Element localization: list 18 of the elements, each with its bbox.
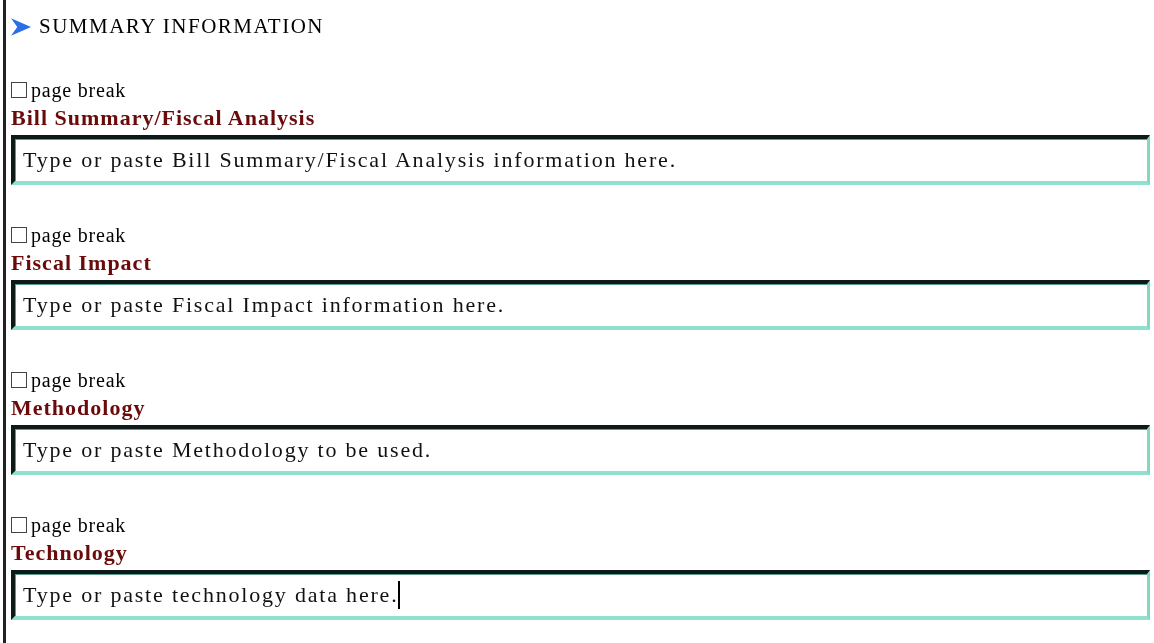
arrow-icon (11, 17, 31, 36)
field-heading: Technology (11, 539, 129, 567)
input-field[interactable]: Type or paste Bill Summary/Fiscal Analysis information here. (11, 135, 1150, 185)
section-title: SUMMARY INFORMATION (39, 14, 324, 39)
checkbox-label: page break (31, 368, 127, 392)
field-heading: Methodology (11, 394, 147, 422)
checkbox[interactable] (11, 82, 27, 98)
checkbox-label: page break (31, 513, 127, 537)
input-field[interactable]: Type or paste technology data here. (11, 570, 1150, 620)
checkbox[interactable] (11, 517, 27, 533)
checkbox[interactable] (11, 227, 27, 243)
field-heading: Fiscal Impact (11, 249, 153, 277)
field-heading: Bill Summary/Fiscal Analysis (11, 104, 317, 132)
checkbox[interactable] (11, 372, 27, 388)
checkbox-label: page break (31, 78, 127, 102)
input-field[interactable]: Type or paste Methodology to be used. (11, 425, 1150, 475)
checkbox-label: page break (31, 223, 127, 247)
input-field[interactable]: Type or paste Fiscal Impact information here. (11, 280, 1150, 330)
